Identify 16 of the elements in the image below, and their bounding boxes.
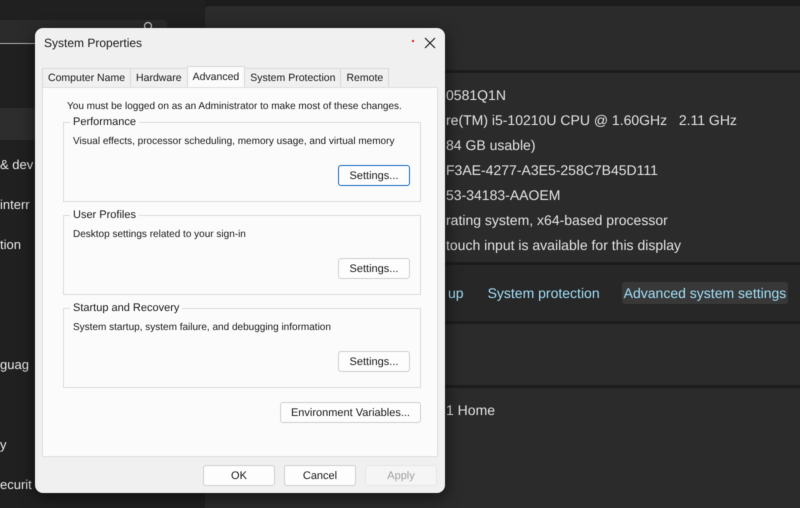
group-description: System startup, system failure, and debugging information <box>73 322 331 333</box>
spec-value: touch input is available for this display <box>446 236 682 255</box>
spec-value: F3AE-4277-A3E5-258C7B45D111 <box>446 161 659 180</box>
spec-value: rating system, x64-based processor <box>446 211 669 230</box>
group-title: Startup and Recovery <box>70 302 182 314</box>
group-title: Performance <box>70 116 139 128</box>
spec-value: 0581Q1N <box>446 86 507 105</box>
spec-value: 84 GB usable) <box>446 136 536 155</box>
spec-value: re(TM) i5-10210U CPU @ 1.60GHz 2.11 GHz <box>446 111 738 130</box>
window-title: System Properties <box>44 36 144 50</box>
spec-value: 1 Home <box>446 401 496 420</box>
notice-text: You must be logged on as an Administrator to make most of these changes. <box>67 101 402 112</box>
group-title: User Profiles <box>70 209 139 221</box>
group-description: Desktop settings related to your sign-in <box>73 229 246 240</box>
spec-value: 53-34183-AAOEM <box>446 186 562 205</box>
group-description: Visual effects, processor scheduling, memory usage, and virtual memory <box>73 136 394 147</box>
